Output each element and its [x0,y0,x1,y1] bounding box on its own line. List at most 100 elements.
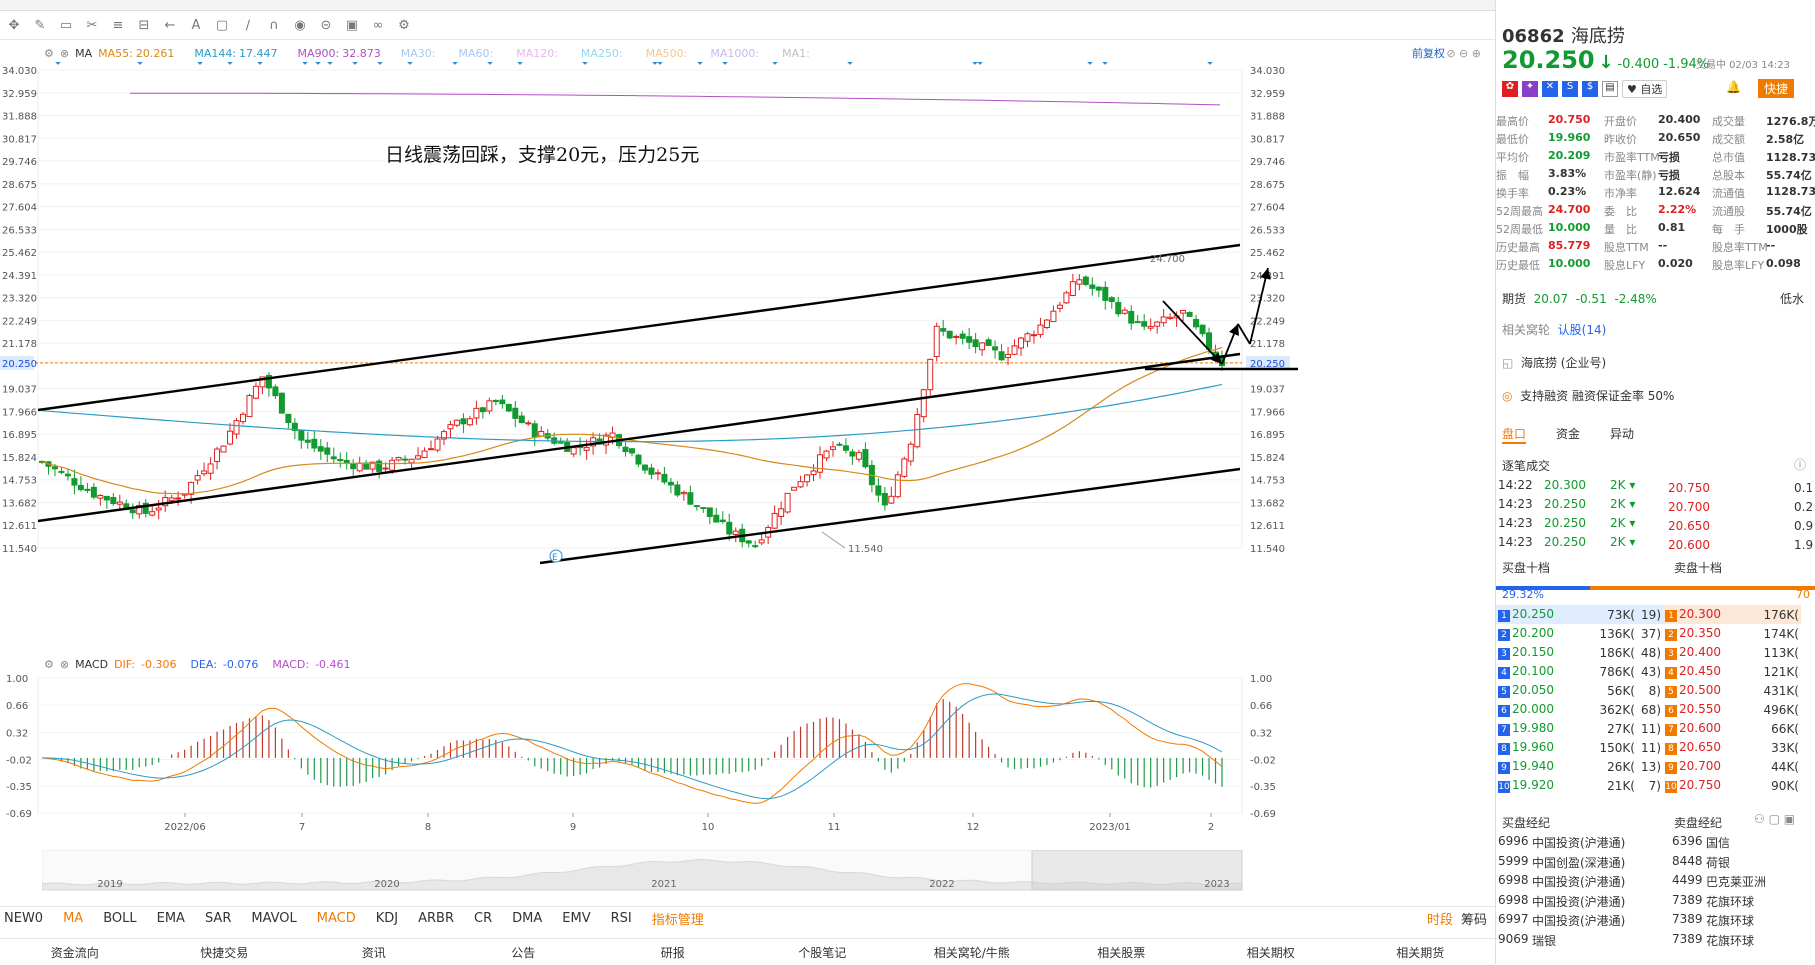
candle-body[interactable] [207,463,214,474]
candle-body[interactable] [51,466,58,470]
event-marker[interactable] [652,62,658,65]
bell-icon[interactable]: 🔔 [1726,80,1741,94]
indicator-tab-12[interactable]: RSI [611,911,632,926]
candle-body[interactable] [1005,354,1012,359]
event-marker[interactable] [227,62,233,65]
nav-item-2[interactable]: 资讯 [299,944,449,961]
event-marker[interactable] [352,62,358,65]
ask-cell[interactable]: 3 20.400 [1663,643,1747,662]
candle-body[interactable] [1121,309,1128,314]
candle-body[interactable] [1199,324,1206,335]
candle-body[interactable] [337,458,344,461]
candle-body[interactable] [103,495,110,501]
candle-body[interactable] [875,485,882,496]
close-icon[interactable]: ⊗ [60,658,69,671]
indicator-tab-6[interactable]: MACD [317,911,356,926]
event-marker[interactable] [657,62,663,65]
candle-body[interactable] [829,446,836,450]
candle-body[interactable] [901,458,908,477]
lock-icon[interactable]: ⊝ [318,18,334,34]
event-marker[interactable] [315,62,321,65]
candle-body[interactable] [810,470,817,476]
candle-body[interactable] [654,472,661,475]
adjust-mode[interactable]: 前复权 [1412,45,1445,61]
connect-icon[interactable]: ✕ [1542,81,1558,97]
candle-body[interactable] [1018,337,1025,349]
short-icon[interactable]: S [1562,81,1578,97]
magnet-icon[interactable]: ∩ [266,18,282,34]
event-marker[interactable] [197,62,203,65]
event-marker[interactable] [582,62,588,65]
indicator-tab-0[interactable]: NEW0 [4,911,43,926]
candle-body[interactable] [758,539,765,544]
candle-body[interactable] [1030,334,1037,337]
candle-body[interactable] [421,450,428,459]
candle-body[interactable] [214,448,221,463]
nav-item-5[interactable]: 个股笔记 [748,944,898,961]
candle-body[interactable] [453,419,460,426]
broker-tools-icon[interactable]: ⚇ ▢ ▣ [1754,812,1795,826]
quick-trade-button[interactable]: 快捷 [1758,79,1795,98]
candle-body[interactable] [778,508,785,518]
candle-body[interactable] [1063,292,1070,304]
candle-body[interactable] [1056,304,1063,309]
candle-body[interactable] [330,456,337,460]
hk-flag-icon[interactable]: ✿ [1502,81,1518,97]
candle-body[interactable] [382,467,389,470]
ma-label[interactable]: MA [75,47,92,60]
candle-body[interactable] [233,420,240,435]
candle-body[interactable] [1160,316,1167,324]
candle-body[interactable] [804,474,811,483]
candle-body[interactable] [972,339,979,348]
candle-body[interactable] [402,458,409,461]
event-marker[interactable] [487,62,493,65]
trash-icon[interactable]: ▣ [344,18,360,34]
candle-body[interactable] [272,386,279,397]
candle-body[interactable] [706,507,713,518]
candle-body[interactable] [116,501,123,505]
candle-body[interactable] [836,443,843,446]
candle-body[interactable] [466,418,473,426]
ask-cell[interactable]: 1 20.300 [1663,605,1747,624]
candle-body[interactable] [499,399,506,405]
event-marker[interactable] [257,62,263,65]
candle-body[interactable] [966,336,973,343]
nav-item-4[interactable]: 研报 [598,944,748,961]
candle-body[interactable] [343,459,350,464]
candle-body[interactable] [175,497,182,500]
candle-body[interactable] [525,422,532,425]
candle-body[interactable] [389,459,396,471]
candle-body[interactable] [622,446,629,453]
candle-body[interactable] [940,328,947,332]
candle-body[interactable] [486,400,493,412]
indicator-tab-11[interactable]: EMV [562,911,590,926]
event-marker[interactable] [1207,62,1213,65]
candle-body[interactable] [1043,319,1050,329]
ask-cell[interactable]: 9 20.700 [1663,757,1747,776]
bid-cell[interactable]: 8 19.960 [1496,738,1585,757]
candle-body[interactable] [395,457,402,461]
bid-cell[interactable]: 3 20.150 [1496,643,1585,662]
panel-tab-0[interactable]: 盘口 [1502,425,1527,444]
candle-body[interactable] [350,463,357,470]
bid-cell[interactable]: 9 19.940 [1496,757,1585,776]
gear-icon[interactable]: ⚙ [44,658,54,671]
candle-body[interactable] [71,478,78,486]
candle-body[interactable] [278,392,285,414]
candle-body[interactable] [220,445,227,453]
margin-icon[interactable]: $ [1582,81,1598,97]
candle-body[interactable] [512,407,519,419]
indicator-tab-4[interactable]: SAR [205,911,231,926]
candle-body[interactable] [881,492,888,506]
indicator-tab-13[interactable]: 指标管理 [652,909,704,928]
candle-body[interactable] [311,438,318,449]
candle-body[interactable] [635,454,642,465]
ask-cell[interactable]: 4 20.450 [1663,662,1747,681]
ask-cell[interactable]: 10 20.750 [1663,776,1747,795]
comment-icon[interactable]: ▢ [214,18,230,34]
candle-body[interactable] [227,430,234,445]
eye-icon[interactable]: ◉ [292,18,308,34]
candle-body[interactable] [726,521,733,535]
candle-body[interactable] [992,346,999,351]
ask-cell[interactable]: 7 20.600 [1663,719,1747,738]
